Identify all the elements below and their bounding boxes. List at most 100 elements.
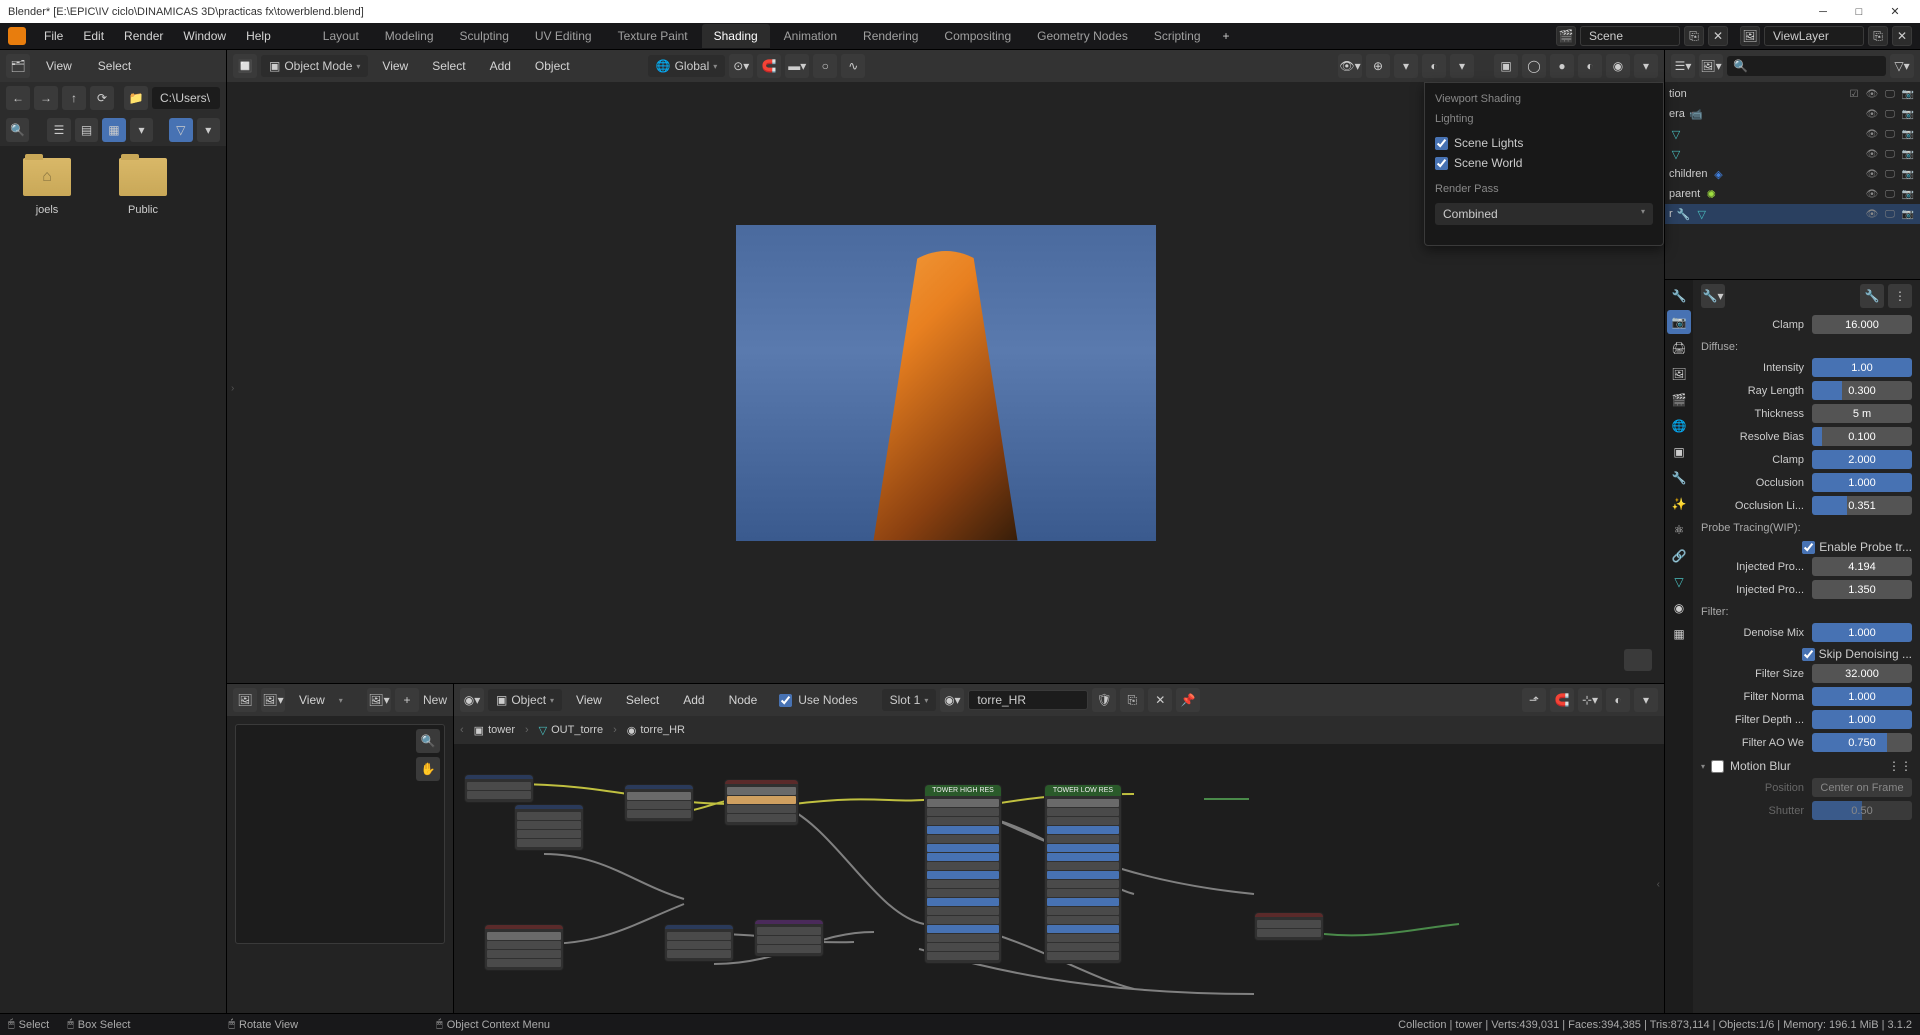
close-button[interactable]: ✕ <box>1888 5 1902 19</box>
parent-dir-button[interactable]: ↑ <box>62 86 86 110</box>
orientation-select[interactable]: 🌐 Global ▾ <box>648 55 726 77</box>
scene-world-input[interactable] <box>1435 157 1448 170</box>
prop-tab-texture[interactable]: ▦ <box>1667 622 1691 646</box>
node-add-menu[interactable]: Add <box>673 689 714 711</box>
breadcrumb-group[interactable]: ▽ OUT_torre <box>535 722 607 739</box>
intensity-value[interactable]: 1.00 <box>1812 358 1912 377</box>
injected2-value[interactable]: 1.350 <box>1812 580 1912 599</box>
prop-tab-world[interactable]: 🌐 <box>1667 414 1691 438</box>
tab-animation[interactable]: Animation <box>772 24 849 48</box>
prop-tab-object[interactable]: ▣ <box>1667 440 1691 464</box>
shading-rendered[interactable]: ◉ <box>1606 54 1630 78</box>
folder-public[interactable]: Public <box>108 158 178 216</box>
minimize-button[interactable]: ─ <box>1816 5 1830 19</box>
delete-scene-button[interactable]: ✕ <box>1708 26 1728 46</box>
node-mix2[interactable] <box>664 924 734 962</box>
resolvebias-value[interactable]: 0.100 <box>1812 427 1912 446</box>
edit-menu[interactable]: Edit <box>73 25 114 47</box>
node-parent-button[interactable]: ⬏ <box>1522 688 1546 712</box>
scene-lights-input[interactable] <box>1435 137 1448 150</box>
render-disable-icon[interactable]: 📷 <box>1900 186 1916 202</box>
node-normalmap[interactable] <box>754 919 824 957</box>
outliner-filter-icon[interactable]: ▽▾ <box>1890 54 1914 78</box>
image-preview[interactable]: 🔍 ✋ <box>235 724 445 944</box>
filter-icon[interactable]: ▽ <box>169 118 192 142</box>
new-viewlayer-button[interactable]: ⎘ <box>1868 26 1888 46</box>
prop-tab-viewlayer[interactable]: 🖼 <box>1667 362 1691 386</box>
snap-node-toggle[interactable]: 🧲 <box>1550 688 1574 712</box>
back-button[interactable]: ← <box>6 86 30 110</box>
node-node-menu[interactable]: Node <box>719 689 768 711</box>
use-nodes-checkbox[interactable]: Use Nodes <box>779 690 857 710</box>
node-texcoord1[interactable] <box>464 774 534 803</box>
position-value[interactable]: Center on Frame <box>1812 778 1912 797</box>
viewlayer-name-field[interactable]: ViewLayer <box>1764 26 1864 46</box>
mode-select[interactable]: ▣ Object Mode ▾ <box>261 55 368 77</box>
scene-icon[interactable]: 🎬 <box>1556 26 1576 46</box>
enableprobe-input[interactable] <box>1802 541 1815 554</box>
shading-dropdown[interactable]: ▾ <box>1634 54 1658 78</box>
pan-icon[interactable]: ✋ <box>416 757 440 781</box>
thickness-value[interactable]: 5 m <box>1812 404 1912 423</box>
maximize-button[interactable]: □ <box>1852 5 1866 19</box>
tab-shading[interactable]: Shading <box>702 24 770 48</box>
filebrowser-editor-type-icon[interactable]: 🗂 <box>6 54 30 78</box>
hide-icon[interactable]: 👁 <box>1864 186 1880 202</box>
display-list-icon[interactable]: ☰ <box>47 118 70 142</box>
node-mapping1[interactable] <box>514 804 584 851</box>
prop-tab-data[interactable]: ▽ <box>1667 570 1691 594</box>
viewport-view-menu[interactable]: View <box>372 55 418 77</box>
viewport-disable-icon[interactable]: 🖵 <box>1882 146 1898 162</box>
tab-sculpting[interactable]: Sculpting <box>448 24 521 48</box>
hide-icon[interactable]: 👁 <box>1864 106 1880 122</box>
search-icon[interactable]: 🔍 <box>6 118 29 142</box>
overlay-toggle[interactable]: ◐ <box>1422 54 1446 78</box>
viewport-disable-icon[interactable]: 🖵 <box>1882 186 1898 202</box>
add-workspace-button[interactable]: + <box>1215 24 1238 48</box>
prop-options-icon[interactable]: ⋮ <box>1888 284 1912 308</box>
scene-lights-checkbox[interactable]: Scene Lights <box>1435 133 1653 153</box>
prop-pin-icon[interactable]: 🔧▾ <box>1701 284 1725 308</box>
render-disable-icon[interactable]: 📷 <box>1900 106 1916 122</box>
camera-view-icon[interactable] <box>1624 649 1652 671</box>
shading-wireframe[interactable]: ◯ <box>1522 54 1546 78</box>
image-view-menu[interactable]: View <box>289 689 335 711</box>
node-image2[interactable] <box>484 924 564 971</box>
prop-tab-render[interactable]: 📷 <box>1667 310 1691 334</box>
node-tower-high[interactable]: TOWER HIGH RES <box>924 784 1002 964</box>
material-fake-user[interactable]: 🛡 <box>1092 688 1116 712</box>
render-disable-icon[interactable]: 📷 <box>1900 146 1916 162</box>
image-editor-type-icon[interactable]: 🖼 <box>233 688 257 712</box>
shading-material[interactable]: ◐ <box>1578 54 1602 78</box>
display-grid-icon[interactable]: ▦ <box>102 118 125 142</box>
tab-rendering[interactable]: Rendering <box>851 24 930 48</box>
injected1-value[interactable]: 4.194 <box>1812 557 1912 576</box>
shutter-value[interactable]: 0.50 <box>1812 801 1912 820</box>
node-select-menu[interactable]: Select <box>616 689 669 711</box>
material-icon[interactable]: ◉▾ <box>940 688 964 712</box>
prop-tab-physics[interactable]: ⚛ <box>1667 518 1691 542</box>
hide-icon[interactable]: 👁 <box>1864 146 1880 162</box>
filtersize-value[interactable]: 32.000 <box>1812 664 1912 683</box>
outliner-tower[interactable]: r 🔧 ▽ 👁🖵📷 <box>1665 204 1920 224</box>
prop-tab-constraint[interactable]: 🔗 <box>1667 544 1691 568</box>
viewport-disable-icon[interactable]: 🖵 <box>1882 106 1898 122</box>
tab-compositing[interactable]: Compositing <box>932 24 1023 48</box>
gizmo-dropdown[interactable]: ▾ <box>1394 54 1418 78</box>
occlusion-value[interactable]: 1.000 <box>1812 473 1912 492</box>
image-new-label[interactable]: New <box>423 693 447 707</box>
snap-dropdown[interactable]: ▬▾ <box>785 54 809 78</box>
render-disable-icon[interactable]: 📷 <box>1900 86 1916 102</box>
hide-icon[interactable]: 👁 <box>1864 126 1880 142</box>
display-options-dropdown[interactable]: ▾ <box>130 118 153 142</box>
window-menu[interactable]: Window <box>173 25 236 47</box>
use-nodes-input[interactable] <box>779 694 792 707</box>
outliner-view-icon[interactable]: 🖼▾ <box>1699 54 1723 78</box>
snap-toggle[interactable]: 🧲 <box>757 54 781 78</box>
forward-button[interactable]: → <box>34 86 58 110</box>
prop-search-icon[interactable]: 🔧 <box>1860 284 1884 308</box>
scene-name-field[interactable]: Scene <box>1580 26 1680 46</box>
outliner-empty1[interactable]: ▽ 👁🖵📷 <box>1665 124 1920 144</box>
prop-tab-particle[interactable]: ✨ <box>1667 492 1691 516</box>
restrict-select-icon[interactable]: ☑ <box>1846 86 1862 102</box>
